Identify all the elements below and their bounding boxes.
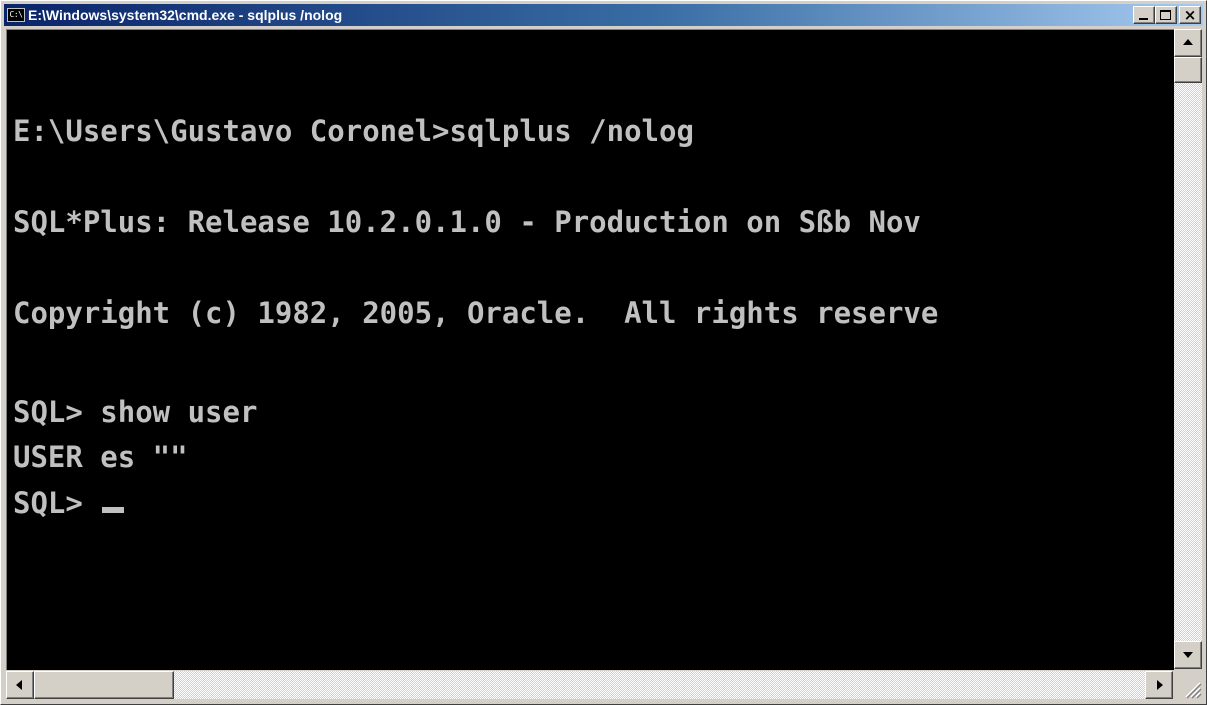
vertical-scrollbar[interactable] — [1174, 29, 1202, 669]
arrow-left-icon — [16, 680, 22, 690]
horizontal-scroll-thumb[interactable] — [34, 671, 174, 699]
close-icon: × — [1183, 6, 1197, 24]
console-line: USER es "" — [13, 440, 188, 474]
resize-grip-icon[interactable] — [1174, 671, 1202, 699]
arrow-up-icon — [1183, 39, 1193, 45]
vertical-scroll-thumb[interactable] — [1174, 57, 1202, 83]
maximize-icon — [1160, 10, 1171, 20]
minimize-button[interactable] — [1133, 6, 1155, 24]
console-line: Copyright (c) 1982, 2005, Oracle. All ri… — [13, 296, 939, 330]
cmd-icon-glyph: C:\ — [9, 10, 23, 19]
prompt-line[interactable]: SQL> — [13, 486, 125, 520]
minimize-icon — [1139, 18, 1148, 20]
console-output[interactable]: E:\Users\Gustavo Coronel>sqlplus /nolog … — [6, 29, 1174, 670]
arrow-down-icon — [1183, 652, 1193, 658]
text-cursor — [102, 507, 125, 513]
scroll-left-button[interactable] — [6, 671, 34, 699]
window-title: E:\Windows\system32\cmd.exe - sqlplus /n… — [28, 7, 343, 23]
title-bar[interactable]: C:\ E:\Windows\system32\cmd.exe - sqlplu… — [4, 4, 1203, 26]
scroll-right-button[interactable] — [1145, 671, 1173, 699]
horizontal-scrollbar[interactable] — [6, 671, 1173, 699]
cmd-icon[interactable]: C:\ — [7, 8, 25, 22]
console-line: E:\Users\Gustavo Coronel>sqlplus /nolog — [13, 114, 694, 148]
console-line: SQL*Plus: Release 10.2.0.1.0 - Productio… — [13, 205, 921, 239]
title-buttons: × — [1133, 6, 1201, 24]
scroll-up-button[interactable] — [1174, 29, 1202, 57]
cmd-window: C:\ E:\Windows\system32\cmd.exe - sqlplu… — [0, 0, 1207, 705]
arrow-right-icon — [1157, 680, 1163, 690]
scroll-down-button[interactable] — [1174, 641, 1202, 669]
maximize-button[interactable] — [1155, 6, 1177, 24]
console-line: SQL> show user — [13, 395, 258, 429]
close-button[interactable]: × — [1179, 6, 1201, 24]
resize-grip-graphic — [1185, 682, 1202, 699]
sql-prompt: SQL> — [13, 486, 101, 520]
